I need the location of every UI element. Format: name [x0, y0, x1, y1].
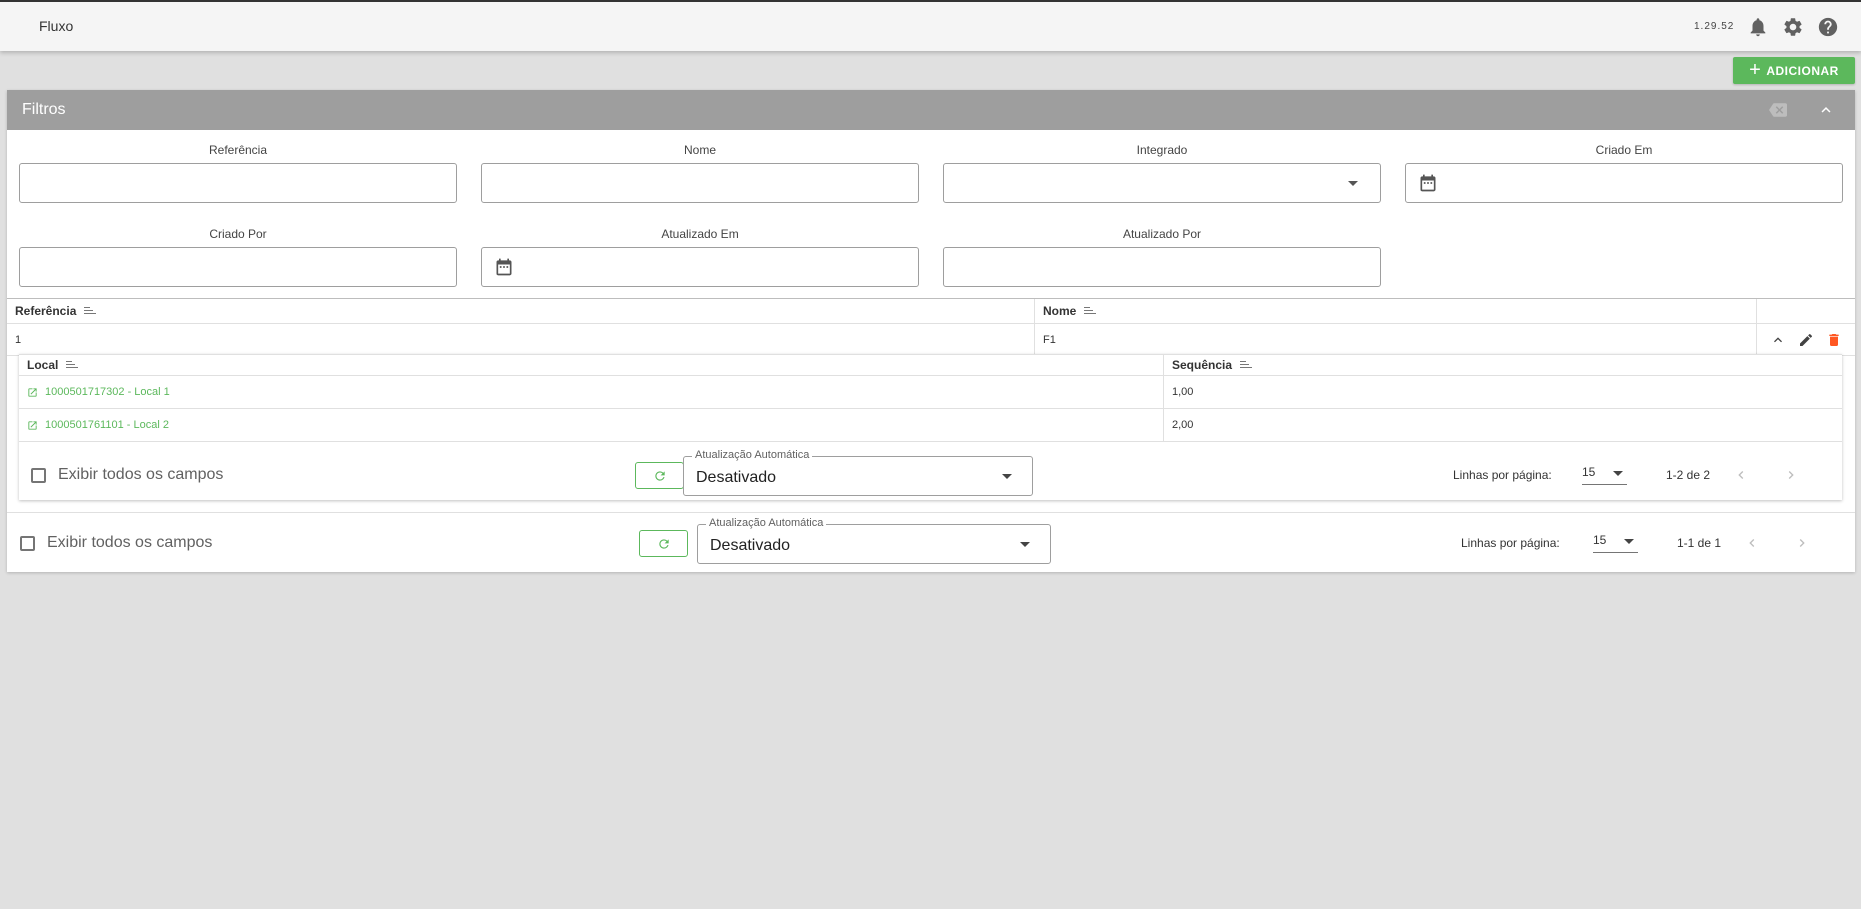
column-header-sequencia[interactable]: Sequência — [1164, 355, 1824, 375]
sort-icon[interactable] — [84, 307, 97, 315]
next-page-icon[interactable] — [1792, 533, 1812, 553]
version-label: 1.29.52 — [1694, 21, 1735, 32]
table-row[interactable]: 1 F1 — [7, 324, 1855, 356]
rows-per-page-label: Linhas por página: — [1453, 468, 1552, 482]
auto-update-select[interactable]: Atualização Automática Desativado — [697, 517, 1051, 564]
show-all-label: Exibir todos os campos — [47, 534, 213, 551]
refresh-icon — [658, 538, 669, 549]
add-button-label: ADICIONAR — [1766, 63, 1839, 78]
app-title: Fluxo — [39, 18, 74, 34]
delete-icon[interactable] — [1823, 329, 1845, 351]
grid-header: Referência Nome — [7, 298, 1855, 324]
atualizado-por-input[interactable] — [944, 248, 1380, 286]
filters-title: Filtros — [22, 101, 66, 118]
list-item: 1000501717302 - Local 1 1,00 — [19, 376, 1842, 409]
clear-filters-icon[interactable] — [1768, 100, 1788, 120]
chevron-down-icon — [1348, 181, 1358, 186]
main-grid: Referência Nome 1 F1 — [7, 298, 1855, 356]
local-link[interactable]: 1000501717302 - Local 1 — [27, 386, 170, 398]
page-range: 1-2 de 2 — [1666, 468, 1711, 482]
next-page-icon[interactable] — [1781, 465, 1801, 485]
main-panel: Filtros Referência Nome Integrado Criado… — [7, 90, 1855, 572]
list-item: 1000501761101 - Local 2 2,00 — [19, 409, 1842, 442]
filter-nome-label: Nome — [683, 143, 716, 157]
rows-per-page-label: Linhas por página: — [1461, 536, 1560, 550]
filter-criado-por: Criado Por — [19, 227, 457, 287]
prev-page-icon[interactable] — [1731, 465, 1751, 485]
filter-atualizado-em: Atualizado Em — [481, 227, 919, 287]
chevron-down-icon — [1002, 474, 1012, 479]
auto-update-select[interactable]: Atualização Automática Desativado — [683, 449, 1033, 496]
help-icon[interactable] — [1816, 15, 1840, 39]
rows-per-page-select[interactable]: 15 — [1593, 533, 1638, 553]
detail-subgrid: Local Sequência 1000501717302 - Local 1 … — [19, 354, 1842, 500]
show-all-label: Exibir todos os campos — [58, 466, 224, 483]
refresh-icon — [654, 470, 665, 481]
filter-referencia: Referência — [19, 143, 457, 203]
chevron-down-icon — [1020, 542, 1030, 547]
calendar-icon[interactable] — [1418, 173, 1438, 193]
filter-nome: Nome — [481, 143, 919, 203]
grid-footer: Exibir todos os campos Atualização Autom… — [7, 512, 1855, 572]
integrado-select[interactable] — [943, 163, 1381, 203]
local-link[interactable]: 1000501761101 - Local 2 — [27, 419, 169, 431]
chevron-down-icon — [1624, 539, 1634, 544]
show-all-checkbox[interactable] — [20, 535, 35, 551]
filter-integrado: Integrado — [943, 143, 1381, 203]
open-in-new-icon — [28, 387, 37, 397]
sort-icon[interactable] — [1240, 361, 1253, 369]
rows-per-page-select[interactable]: 15 — [1582, 465, 1627, 485]
nome-input[interactable] — [482, 164, 918, 202]
chevron-up-icon[interactable] — [1767, 329, 1789, 351]
calendar-icon[interactable] — [494, 257, 514, 277]
filter-atualizado-por: Atualizado Por — [943, 227, 1381, 287]
add-button[interactable]: + ADICIONAR — [1733, 57, 1855, 84]
bell-icon[interactable] — [1746, 15, 1770, 39]
filter-atualizado-por-label: Atualizado Por — [1122, 227, 1202, 241]
show-all-checkbox[interactable] — [31, 467, 46, 483]
subgrid-header: Local Sequência — [19, 354, 1842, 376]
filter-criado-em: Criado Em — [1405, 143, 1843, 203]
cell-referencia: 1 — [7, 324, 1035, 355]
chevron-down-icon — [1613, 471, 1623, 476]
column-header-nome[interactable]: Nome — [1035, 299, 1757, 323]
column-header-local[interactable]: Local — [19, 355, 1164, 375]
filter-integrado-label: Integrado — [1136, 143, 1188, 157]
filter-criado-em-label: Criado Em — [1595, 143, 1653, 157]
prev-page-icon[interactable] — [1742, 533, 1762, 553]
referencia-input[interactable] — [20, 164, 456, 202]
subgrid-footer: Exibir todos os campos Atualização Autom… — [31, 449, 1831, 500]
filter-atualizado-em-label: Atualizado Em — [661, 227, 739, 241]
column-header-actions — [1757, 299, 1855, 323]
sort-icon[interactable] — [1084, 307, 1097, 315]
filters-header[interactable]: Filtros — [7, 90, 1855, 130]
sort-icon[interactable] — [66, 361, 79, 369]
collapse-icon[interactable] — [1816, 100, 1836, 120]
plus-icon: + — [1749, 58, 1762, 81]
open-in-new-icon — [28, 420, 37, 430]
cell-nome: F1 — [1035, 324, 1757, 355]
atualizado-em-input[interactable] — [481, 247, 919, 287]
page-range: 1-1 de 1 — [1677, 536, 1722, 550]
column-header-referencia[interactable]: Referência — [7, 299, 1035, 323]
cell-sequencia: 1,00 — [1172, 386, 1194, 398]
cell-sequencia: 2,00 — [1172, 419, 1194, 431]
top-bar: Fluxo 1.29.52 — [0, 0, 1861, 51]
criado-por-input[interactable] — [20, 248, 456, 286]
refresh-button[interactable] — [639, 530, 688, 557]
gear-icon[interactable] — [1781, 15, 1805, 39]
criado-em-input[interactable] — [1405, 163, 1843, 203]
refresh-button[interactable] — [635, 462, 684, 489]
edit-icon[interactable] — [1795, 329, 1817, 351]
filter-criado-por-label: Criado Por — [209, 227, 267, 241]
filter-referencia-label: Referência — [208, 143, 268, 157]
row-actions — [1757, 324, 1855, 355]
